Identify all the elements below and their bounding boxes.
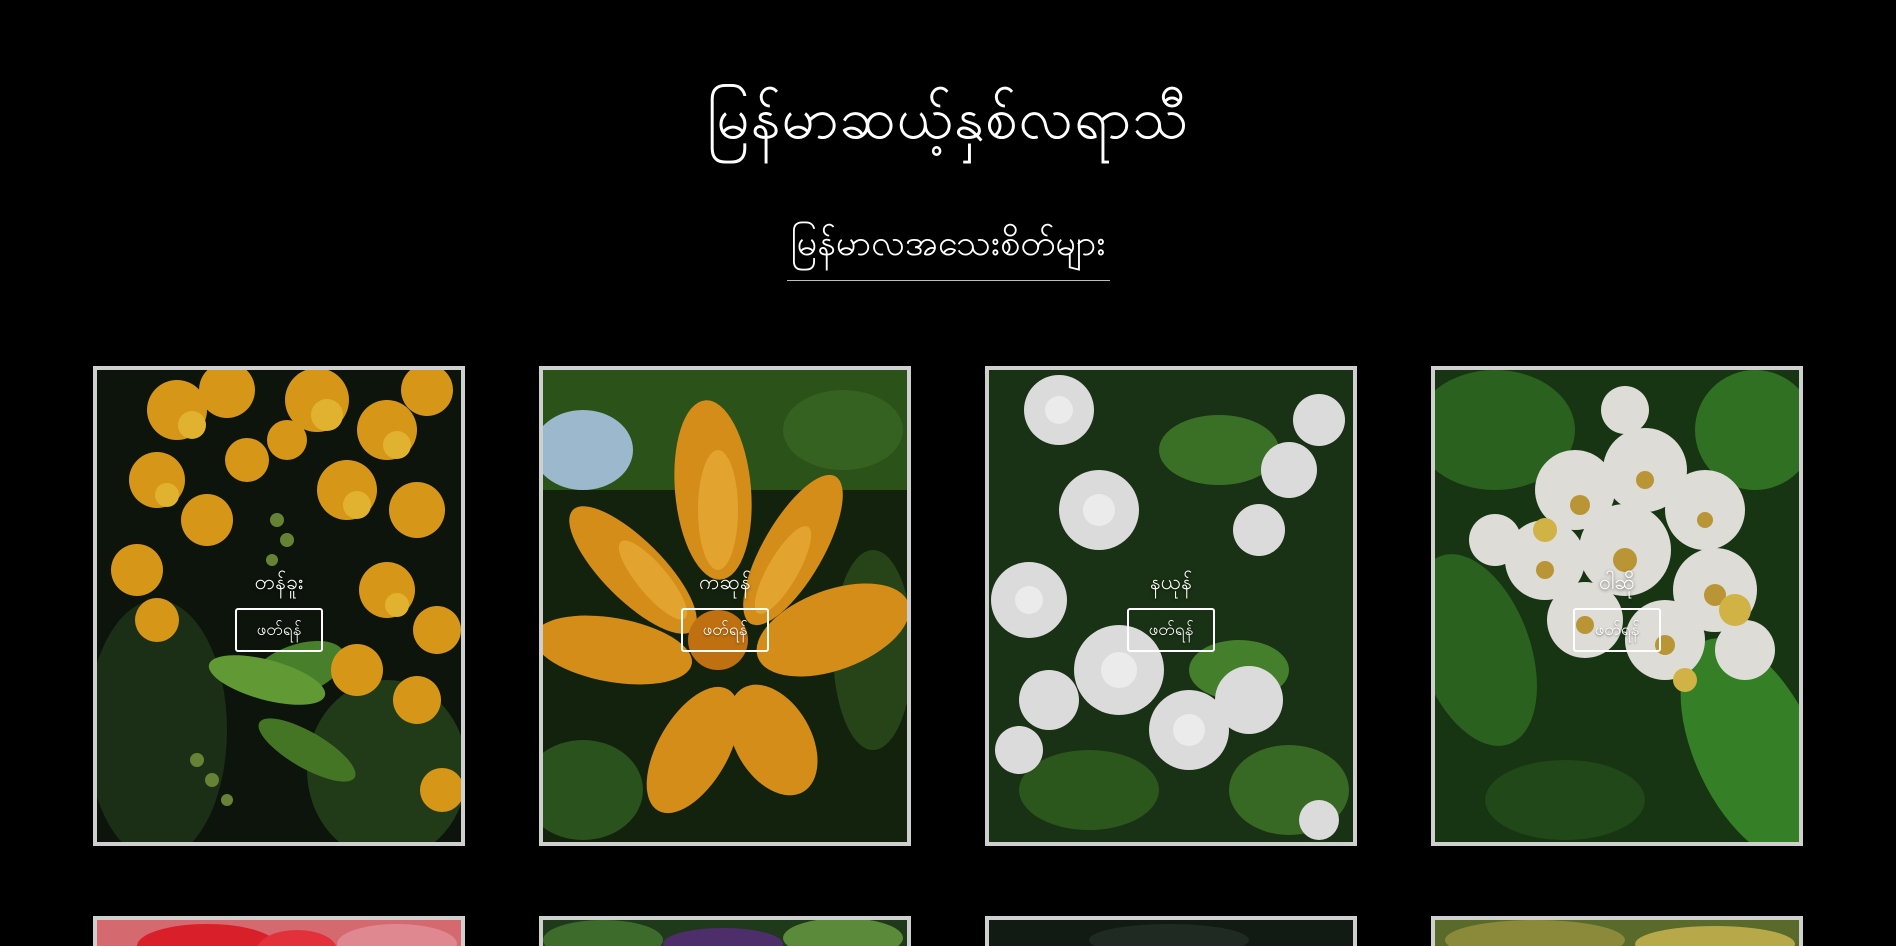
section-heading: မြန်မာလအသေးစိတ်များ bbox=[786, 218, 1110, 281]
card-caption: ကဆုန် ဖတ်ရန် bbox=[543, 566, 907, 652]
month-card[interactable] bbox=[1431, 916, 1803, 946]
flower-photo bbox=[543, 920, 907, 946]
site-title: မြန်မာဆယ့်နှစ်လရာသီ bbox=[706, 84, 1190, 152]
page: မြန်မာဆယ့်နှစ်လရာသီ မြန်မာလအသေးစိတ်များ bbox=[0, 0, 1896, 946]
month-name: နယုန် bbox=[1149, 570, 1193, 594]
flower-photo bbox=[1435, 920, 1799, 946]
month-name: ကဆုန် bbox=[699, 570, 751, 594]
read-button[interactable]: ဖတ်ရန် bbox=[234, 608, 324, 652]
month-card[interactable]: တန်ခူး ဖတ်ရန် bbox=[93, 366, 465, 846]
month-card[interactable]: နယုန် ဖတ်ရန် bbox=[985, 366, 1357, 846]
flower-photo bbox=[989, 920, 1353, 946]
card-caption: တန်ခူး ဖတ်ရန် bbox=[97, 566, 461, 652]
month-name: ဝါဆို bbox=[1599, 570, 1635, 594]
flower-photo bbox=[97, 920, 461, 946]
read-button[interactable]: ဖတ်ရန် bbox=[1126, 608, 1216, 652]
month-card[interactable]: ကဆုန် ဖတ်ရန် bbox=[539, 366, 911, 846]
month-card[interactable] bbox=[93, 916, 465, 946]
month-card[interactable] bbox=[539, 916, 911, 946]
card-caption: ဝါဆို ဖတ်ရန် bbox=[1435, 566, 1799, 652]
read-button[interactable]: ဖတ်ရန် bbox=[680, 608, 770, 652]
month-name: တန်ခူး bbox=[254, 570, 304, 594]
month-card[interactable] bbox=[985, 916, 1357, 946]
card-caption: နယုန် ဖတ်ရန် bbox=[989, 566, 1353, 652]
section-heading-wrapper: မြန်မာလအသေးစိတ်များ bbox=[0, 218, 1896, 281]
month-card[interactable]: ဝါဆို ဖတ်ရန် bbox=[1431, 366, 1803, 846]
read-button[interactable]: ဖတ်ရန် bbox=[1572, 608, 1662, 652]
